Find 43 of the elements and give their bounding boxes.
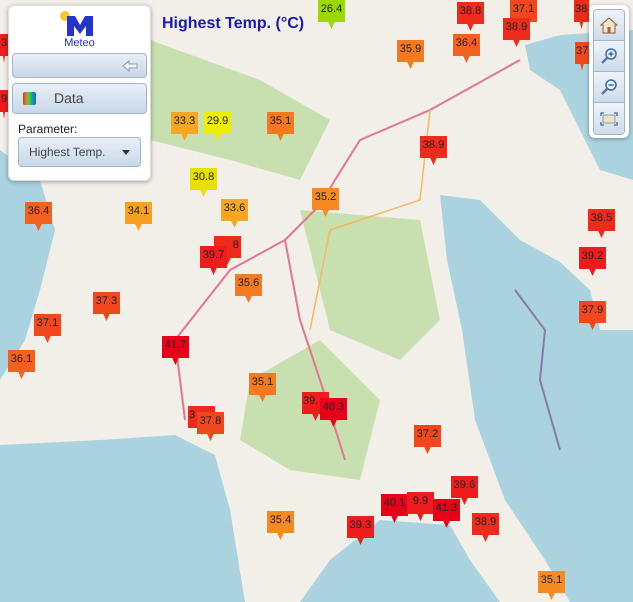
data-button[interactable]: Data: [12, 83, 147, 114]
temperature-marker[interactable]: 36.1: [8, 350, 35, 379]
caret-icon: [122, 150, 130, 154]
temperature-marker[interactable]: 41.3: [433, 499, 460, 528]
temperature-marker[interactable]: 9.9: [407, 492, 434, 521]
temperature-marker[interactable]: 26.4: [318, 0, 345, 29]
home-icon: [600, 16, 618, 34]
temperature-marker[interactable]: 37.3: [93, 292, 120, 321]
parameter-label: Parameter:: [18, 121, 78, 138]
full-extent-icon: [600, 112, 618, 126]
zoom-in-button[interactable]: [594, 41, 624, 72]
temperature-marker[interactable]: 36.4: [453, 34, 480, 63]
temperature-marker[interactable]: 41.7: [162, 336, 189, 365]
zoom-out-button[interactable]: [594, 72, 624, 103]
temperature-marker[interactable]: 30.8: [190, 168, 217, 197]
color-scale-icon: [23, 92, 36, 105]
temperature-marker[interactable]: 39.2: [579, 247, 606, 276]
temperature-marker[interactable]: 39.7: [200, 246, 227, 275]
temperature-marker[interactable]: 33.6: [221, 199, 248, 228]
zoom-out-icon: [600, 78, 618, 96]
temperature-marker[interactable]: 35.6: [235, 274, 262, 303]
temperature-marker[interactable]: 38.9: [472, 513, 499, 542]
full-extent-button[interactable]: [594, 103, 624, 134]
temperature-marker[interactable]: 34.1: [125, 202, 152, 231]
map-title: Highest Temp. (°C): [162, 14, 304, 34]
zoom-in-icon: [600, 47, 618, 65]
parameter-dropdown[interactable]: Highest Temp.: [18, 137, 141, 167]
temperature-marker[interactable]: 38: [574, 0, 589, 29]
temperature-marker[interactable]: 39.6: [451, 476, 478, 505]
temperature-marker[interactable]: 35.1: [538, 571, 565, 600]
temperature-marker[interactable]: 38.9: [420, 136, 447, 165]
temperature-marker[interactable]: 40.1: [381, 494, 408, 523]
temperature-marker[interactable]: 37.1: [34, 314, 61, 343]
arrow-left-icon: [122, 60, 138, 72]
logo-text: Meteo: [64, 38, 95, 49]
temperature-marker[interactable]: 38.8: [457, 2, 484, 31]
temperature-marker[interactable]: 37.2: [414, 425, 441, 454]
temperature-marker[interactable]: 35.9: [397, 40, 424, 69]
home-button[interactable]: [594, 10, 624, 41]
temperature-marker[interactable]: 35.4: [267, 511, 294, 540]
temperature-marker[interactable]: 38.9: [503, 18, 530, 47]
temperature-marker[interactable]: 38.5: [588, 209, 615, 238]
temperature-marker[interactable]: 37.8: [197, 412, 224, 441]
